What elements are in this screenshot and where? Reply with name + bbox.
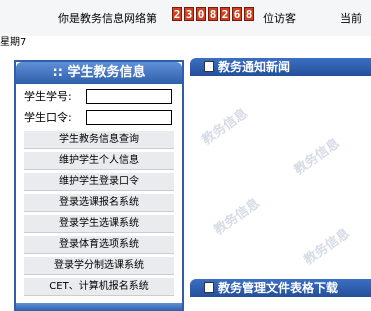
watermark-text: 教务信息 — [301, 226, 353, 269]
sidebar-title: :: 学生教务信息 — [16, 62, 182, 84]
menu-item-info-query[interactable]: 学生教务信息查询 — [24, 130, 174, 149]
menu-item-personal-info[interactable]: 维护学生个人信息 — [24, 151, 174, 170]
news-panel-header: 教务通知新闻 — [190, 58, 371, 76]
news-panel-title: 教务通知新闻 — [218, 60, 291, 74]
files-panel-title: 教务管理文件表格下载 — [218, 281, 339, 295]
files-panel-header: 教务管理文件表格下载 — [190, 279, 371, 297]
student-password-input[interactable] — [86, 109, 172, 125]
counter-digit: 2 — [220, 7, 230, 21]
visitor-prefix: 你是教务信息网络第 — [58, 12, 157, 25]
menu-item-login-password[interactable]: 维护学生登录口令 — [24, 172, 174, 191]
watermark-text: 教务信息 — [291, 136, 343, 179]
student-pw-row: 学生口令: — [24, 108, 182, 126]
menu-item-pe-selection[interactable]: 登录体育选项系统 — [24, 235, 174, 254]
document-icon — [204, 282, 214, 293]
counter-digit: 8 — [208, 7, 218, 21]
counter-digit: 0 — [196, 7, 206, 21]
counter-digit: 3 — [184, 7, 194, 21]
watermark-text: 教务信息 — [199, 106, 251, 149]
weekday-text: 星期7 — [0, 37, 27, 48]
counter-digit: 2 — [172, 7, 182, 21]
watermark-text: 教务信息 — [211, 196, 263, 239]
visitor-suffix: 位访客 — [263, 12, 296, 25]
student-id-input[interactable] — [86, 88, 172, 104]
menu-item-course-selection[interactable]: 登录学生选课系统 — [24, 214, 174, 233]
menu-item-course-registration[interactable]: 登录选课报名系统 — [24, 193, 174, 212]
current-date-label: 当前 — [340, 12, 362, 25]
sidebar-next-section-header — [16, 303, 182, 311]
student-id-label: 学生学号: — [24, 90, 72, 103]
student-pw-label: 学生口令: — [24, 111, 72, 124]
counter-digit: 6 — [232, 7, 242, 21]
news-panel-body: 教务信息 教务信息 教务信息 教务信息 — [190, 76, 371, 279]
sidebar-menu: 学生教务信息查询 维护学生个人信息 维护学生登录口令 登录选课报名系统 登录学生… — [16, 130, 182, 296]
student-sidebar: :: 学生教务信息 学生学号: 学生口令: 学生教务信息查询 维护学生个人信息 … — [14, 60, 184, 311]
top-banner: 你是教务信息网络第 2 3 0 8 2 6 8 位访客 当前 — [0, 0, 371, 36]
student-id-row: 学生学号: — [24, 87, 182, 105]
menu-item-cet-registration[interactable]: CET、计算机报名系统 — [24, 277, 174, 296]
counter-digit: 8 — [244, 7, 254, 21]
menu-item-credit-selection[interactable]: 登录学分制选课系统 — [24, 256, 174, 275]
document-icon — [204, 61, 214, 72]
visitor-counter: 2 3 0 8 2 6 8 — [172, 7, 256, 21]
